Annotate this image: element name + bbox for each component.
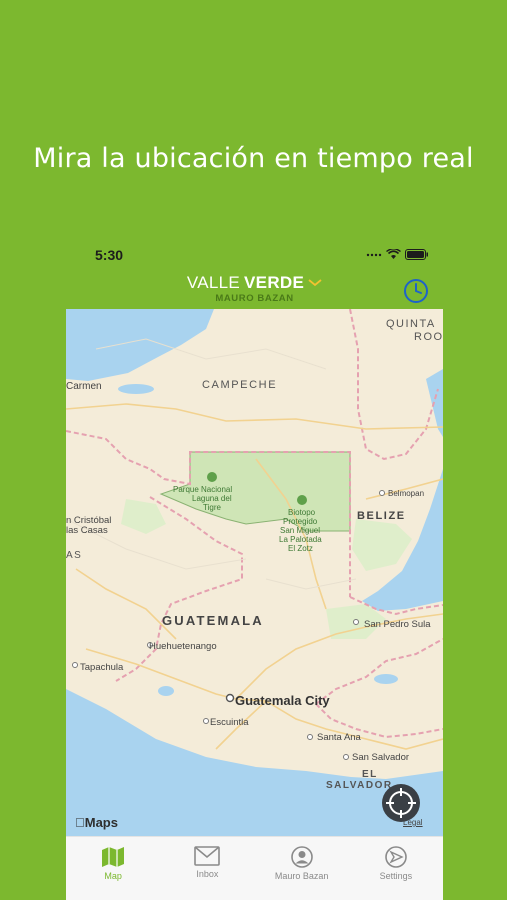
map-label-guatemala: GUATEMALA: [162, 613, 264, 628]
tab-map[interactable]: Map: [66, 837, 160, 900]
map-label-belize: BELIZE: [357, 510, 406, 522]
map-label-san-pedro-sula: San Pedro Sula: [364, 619, 431, 630]
map-label-as: AS: [66, 550, 82, 561]
map-label-santa-ana: Santa Ana: [317, 732, 362, 743]
gulf-water: [66, 309, 214, 381]
history-button[interactable]: [402, 277, 430, 305]
brand-name-thin: VALLE: [186, 273, 241, 292]
cellular-signal-icon: [366, 253, 382, 256]
city-dot-tapachula: [72, 662, 78, 668]
park-pin-icon: [207, 472, 217, 482]
road: [66, 403, 443, 430]
envelope-icon: [194, 846, 221, 866]
wifi-icon: [386, 249, 401, 259]
app-header: 5:30 VALLE VERDE MAURO BAZAN: [66, 236, 443, 309]
map-label-parque-3: Tigre: [203, 503, 221, 512]
status-icons: [366, 249, 429, 260]
clock-icon: [404, 279, 428, 303]
map-label-biotopo-2: Protegido: [283, 517, 318, 526]
map-label-carmen: Carmen: [66, 381, 102, 392]
map-label-escuintla: Escuintla: [210, 717, 249, 728]
city-dot-guatemala-city: [225, 693, 235, 703]
locate-button[interactable]: [382, 784, 420, 822]
city-dot-belmopan: [379, 490, 385, 496]
lake: [374, 674, 398, 684]
map-label-biotopo-1: Biotopo: [288, 508, 316, 517]
phone-screen: 5:30 VALLE VERDE MAURO BAZAN QUINTA ROO …: [66, 236, 443, 900]
city-dot-santa-ana: [307, 734, 313, 740]
legal-link[interactable]: Legal: [403, 818, 423, 827]
map-view[interactable]: QUINTA ROO Carmen CAMPECHE Parque Nacion…: [66, 309, 443, 836]
tab-settings[interactable]: Settings: [349, 837, 443, 900]
map-label-huehuetenango: Huehuetenango: [149, 641, 217, 652]
map-label-biotopo-3: San Miguel: [280, 526, 320, 535]
border-guatemala-south: [315, 638, 443, 705]
chevron-down-icon: [308, 279, 322, 287]
crosshair-icon: [386, 788, 416, 818]
lake: [118, 384, 154, 394]
tab-inbox-label: Inbox: [196, 869, 219, 879]
maps-attribution-text: Maps: [75, 815, 118, 830]
map-label-biotopo-4: La Palotada: [279, 535, 322, 544]
tab-settings-label: Settings: [379, 871, 413, 881]
map-label-tapachula: Tapachula: [80, 662, 124, 673]
tab-map-label: Map: [104, 871, 122, 881]
map-label-roo: ROO: [414, 331, 443, 343]
green-patch: [352, 519, 412, 571]
tab-profile-label: Mauro Bazan: [274, 871, 329, 881]
minor-road: [265, 578, 357, 590]
map-label-parque-2: Laguna del: [192, 494, 232, 503]
map-label-parque-1: Parque Nacional: [173, 485, 232, 494]
account-subtitle: MAURO BAZAN: [215, 293, 294, 304]
map-label-san-salvador: San Salvador: [352, 752, 409, 763]
compass-icon: [385, 846, 407, 868]
battery-icon: [405, 249, 428, 260]
tab-profile[interactable]: Mauro Bazan: [255, 837, 349, 900]
green-patch: [121, 499, 166, 534]
map-label-belmopan: Belmopan: [388, 489, 424, 498]
map-label-biotopo-5: El Zotz: [288, 544, 313, 553]
map-canvas: QUINTA ROO Carmen CAMPECHE Parque Nacion…: [66, 309, 443, 836]
lake: [158, 686, 174, 696]
promo-title: Mira la ubicación en tiempo real: [33, 143, 474, 174]
brand-dropdown[interactable]: VALLE VERDE: [187, 273, 322, 293]
user-icon: [290, 846, 313, 868]
maps-attribution: Maps: [75, 815, 118, 830]
tab-inbox[interactable]: Inbox: [160, 837, 254, 900]
map-label-campeche: CAMPECHE: [202, 379, 277, 391]
apple-logo-icon: : [75, 815, 85, 830]
city-dot-san-pedro-sula: [353, 619, 359, 625]
brand-name-bold: VERDE: [244, 273, 305, 292]
status-time: 5:30: [95, 247, 124, 263]
city-dot-san-salvador: [343, 754, 349, 760]
tab-bar: Map Inbox Mauro Bazan Settings: [66, 836, 443, 900]
map-label-guatemala-city: Guatemala City: [235, 693, 330, 708]
park-pin-icon: [297, 495, 307, 505]
map-label-cristobal-2: las Casas: [66, 525, 108, 536]
city-dot-escuintla: [203, 718, 209, 724]
map-label-el: EL: [362, 769, 378, 780]
map-icon: [102, 847, 125, 867]
map-label-quinta: QUINTA: [386, 318, 436, 330]
